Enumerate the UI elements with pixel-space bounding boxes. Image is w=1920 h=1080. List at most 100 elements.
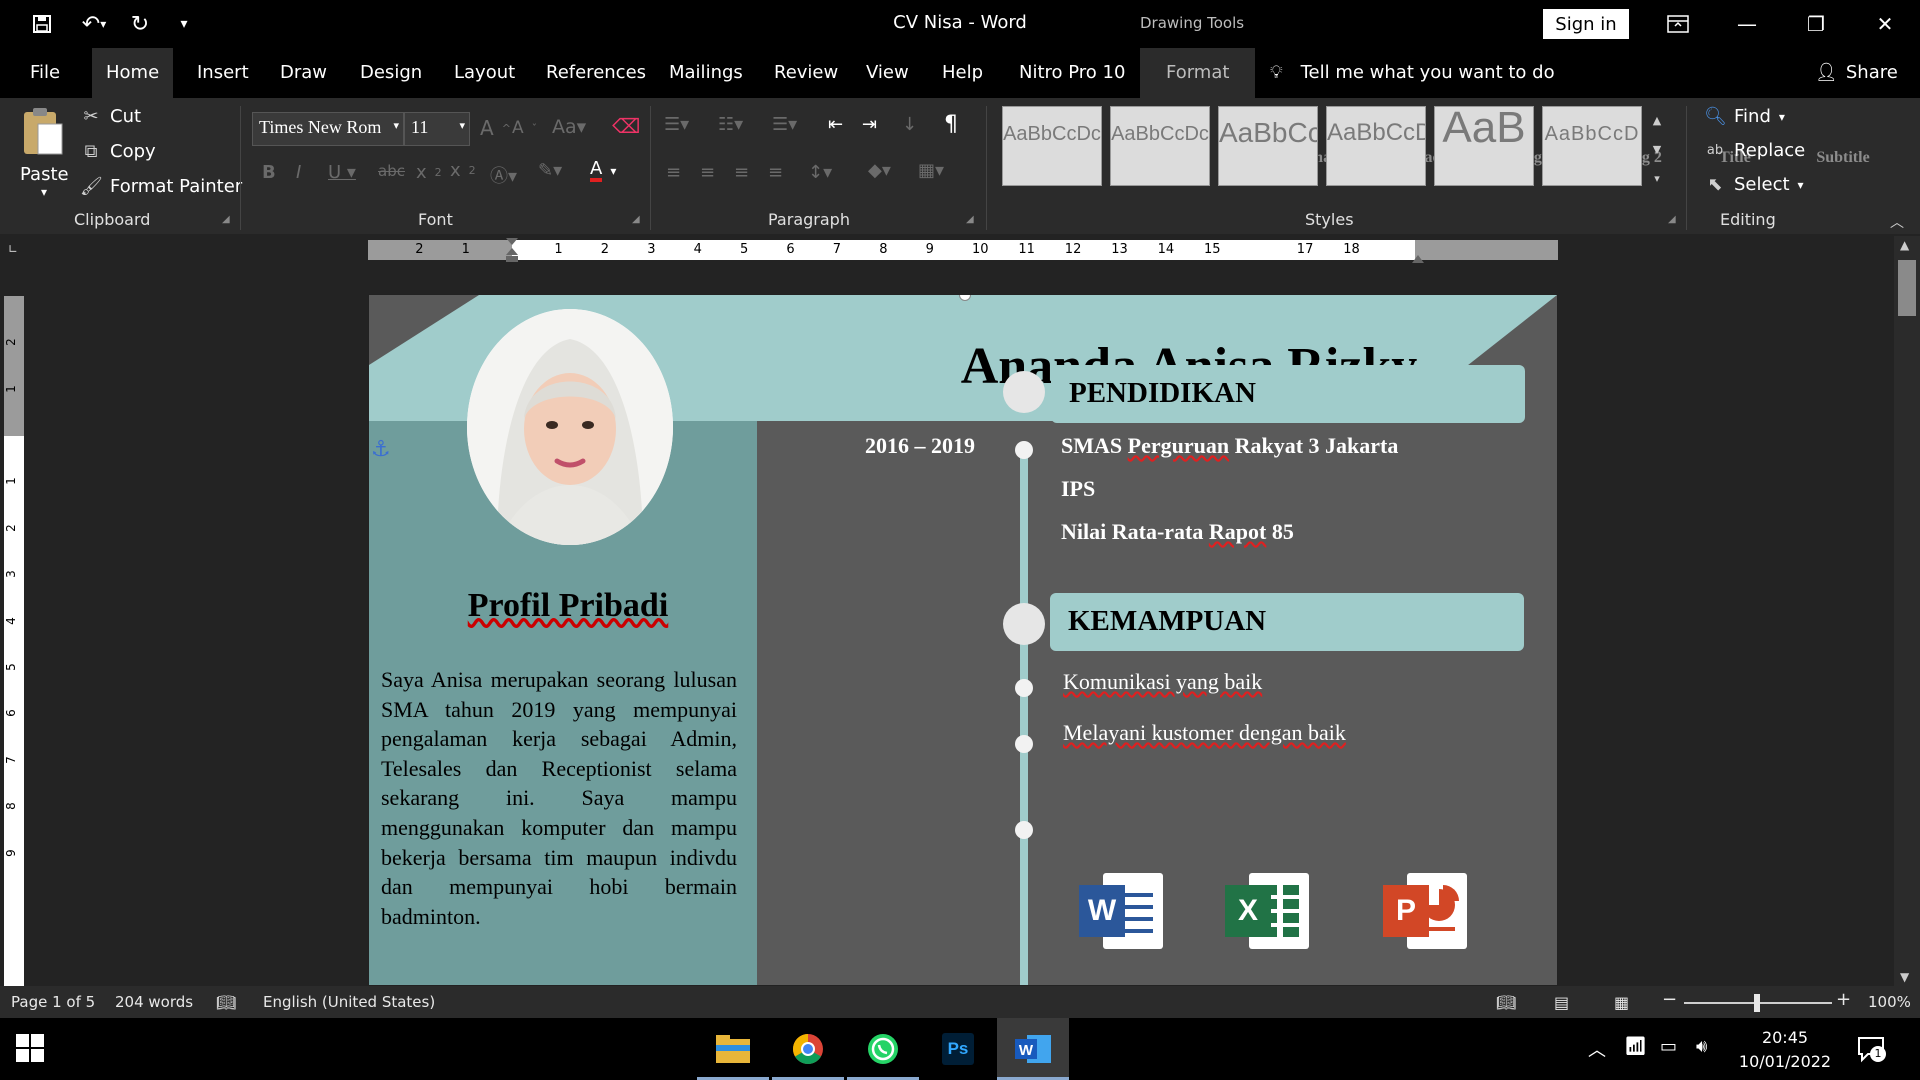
chrome-icon[interactable]: [772, 1018, 844, 1080]
vertical-ruler[interactable]: 2 1 1 2 3 4 5 6 7 8 9: [4, 296, 24, 986]
notifications-icon[interactable]: 1: [1856, 1034, 1886, 1064]
decrease-indent-icon[interactable]: ⇤: [828, 114, 843, 135]
print-layout-icon[interactable]: ▤: [1554, 993, 1569, 1012]
profile-photo[interactable]: [467, 309, 673, 545]
tell-me-search[interactable]: 💡︎ Tell me what you want to do: [1270, 48, 1555, 98]
tab-draw[interactable]: Draw: [276, 48, 331, 98]
superscript-icon[interactable]: x2: [450, 160, 476, 181]
horizontal-ruler[interactable]: 2 1 1 2 3 4 5 6 7 8 9 10 11 12 13 14 15 17 18: [368, 238, 1558, 263]
tab-design[interactable]: Design: [356, 48, 426, 98]
select-button[interactable]: ⬉ Select ▾: [1704, 174, 1803, 195]
scrollbar-thumb[interactable]: [1898, 260, 1916, 316]
text-effects-icon[interactable]: Ⓐ▾: [490, 162, 517, 188]
bullets-icon[interactable]: ☰▾: [664, 114, 689, 135]
clock[interactable]: 20:45 10/01/2022: [1730, 1026, 1840, 1074]
align-left-icon[interactable]: ≡: [666, 162, 681, 183]
indent-marker-icon[interactable]: [506, 238, 518, 262]
tab-layout[interactable]: Layout: [450, 48, 519, 98]
cut-button[interactable]: ✂ Cut: [80, 106, 141, 127]
grow-font-icon[interactable]: A ^: [480, 116, 511, 140]
style-normal[interactable]: AaBbCcDc¶ Normal: [1002, 106, 1336, 186]
show-hidden-icons-icon[interactable]: ︿: [1588, 1036, 1606, 1062]
scroll-down-icon[interactable]: ▼: [1900, 970, 1909, 984]
clear-formatting-icon[interactable]: ⌫: [612, 114, 640, 138]
style-title[interactable]: AaB Title: [1434, 103, 1751, 186]
right-indent-marker-icon[interactable]: [1412, 248, 1424, 263]
tab-view[interactable]: View: [862, 48, 913, 98]
paragraph-launcher-icon[interactable]: ◢: [966, 214, 974, 225]
vertical-scrollbar[interactable]: ▲ ▼: [1894, 236, 1920, 986]
style-subtitle[interactable]: AaBbCcD Subtitle: [1542, 106, 1870, 186]
italic-icon[interactable]: I: [296, 162, 301, 183]
style-heading-2[interactable]: AaBbCcDHeading 2: [1326, 106, 1662, 186]
align-right-icon[interactable]: ≡: [734, 162, 749, 183]
zoom-level[interactable]: 100%: [1868, 993, 1911, 1011]
zoom-in-button[interactable]: +: [1836, 989, 1851, 1010]
battery-icon[interactable]: ▭: [1660, 1036, 1677, 1057]
collapse-ribbon-icon[interactable]: ︿: [1890, 212, 1904, 232]
bold-icon[interactable]: B: [262, 162, 276, 183]
replace-button[interactable]: ab Replace: [1704, 140, 1805, 161]
network-icon[interactable]: 📶︎: [1624, 1036, 1647, 1057]
restore-icon[interactable]: ❐: [1782, 0, 1850, 48]
font-launcher-icon[interactable]: ◢: [632, 214, 640, 225]
find-button[interactable]: 🔍︎ Find ▾: [1704, 106, 1785, 127]
underline-icon[interactable]: U ▾: [328, 162, 356, 183]
font-color-icon[interactable]: A ▾: [590, 160, 616, 182]
tab-file[interactable]: File: [26, 48, 64, 98]
show-formatting-marks-icon[interactable]: ¶: [944, 112, 958, 137]
font-size-select[interactable]: 11 ▾: [404, 112, 470, 146]
strikethrough-icon[interactable]: abc: [378, 162, 405, 180]
language[interactable]: English (United States): [263, 993, 435, 1011]
file-explorer-icon[interactable]: [697, 1018, 769, 1080]
tab-references[interactable]: References: [542, 48, 650, 98]
page-count[interactable]: Page 1 of 5: [11, 993, 95, 1011]
document-page[interactable]: ⚓ Ananda Anisa Rizky Profil Pribadi Saya…: [368, 294, 1558, 986]
borders-icon[interactable]: ▦▾: [918, 160, 944, 181]
change-case-icon[interactable]: Aa▾: [552, 116, 586, 138]
paste-button[interactable]: Paste ▾: [20, 106, 69, 199]
style-heading-1[interactable]: AaBbCcHeading 1: [1218, 106, 1554, 186]
windows-start-icon[interactable]: [16, 1034, 44, 1066]
word-count[interactable]: 204 words: [115, 993, 193, 1011]
volume-icon[interactable]: 🔊︎: [1696, 1036, 1707, 1057]
tab-mailings[interactable]: Mailings: [665, 48, 747, 98]
scroll-up-icon[interactable]: ▲: [1900, 238, 1909, 252]
format-painter-button[interactable]: 🖌︎ Format Painter: [80, 176, 242, 197]
anchor-icon[interactable]: ⚓: [371, 437, 391, 462]
align-center-icon[interactable]: ≡: [700, 162, 715, 183]
close-icon[interactable]: ✕: [1851, 0, 1919, 48]
whatsapp-icon[interactable]: [847, 1018, 919, 1080]
shrink-font-icon[interactable]: Aˇ: [512, 118, 537, 138]
tab-review[interactable]: Review: [770, 48, 842, 98]
sign-in-button[interactable]: Sign in: [1543, 9, 1629, 39]
subscript-icon[interactable]: x2: [416, 162, 442, 183]
zoom-slider-thumb[interactable]: [1754, 994, 1760, 1012]
sort-icon[interactable]: ↓: [902, 114, 917, 135]
paste-dropdown-icon[interactable]: ▾: [20, 185, 68, 199]
tab-selector-icon[interactable]: ∟: [8, 242, 18, 256]
tab-insert[interactable]: Insert: [193, 48, 253, 98]
ribbon-display-options-icon[interactable]: [1644, 0, 1712, 48]
zoom-out-button[interactable]: −: [1662, 989, 1677, 1010]
tab-help[interactable]: Help: [938, 48, 987, 98]
word-taskbar-icon[interactable]: W: [997, 1018, 1069, 1080]
tab-home[interactable]: Home: [92, 48, 174, 98]
share-button[interactable]: 👤︎ Share: [1815, 48, 1898, 98]
tab-nitro-pro[interactable]: Nitro Pro 10: [1015, 48, 1129, 98]
styles-scroll-buttons[interactable]: ▲ ▼ ▾: [1650, 106, 1664, 194]
shading-icon[interactable]: ◆▾: [868, 160, 891, 181]
numbering-icon[interactable]: ☷▾: [718, 114, 743, 135]
style-no-spacing[interactable]: AaBbCcDc¶ No Spac...: [1110, 106, 1452, 186]
proofing-icon[interactable]: 📖︎: [216, 993, 236, 1012]
styles-launcher-icon[interactable]: ◢: [1668, 214, 1676, 225]
increase-indent-icon[interactable]: ⇥: [862, 114, 877, 135]
copy-button[interactable]: ⧉ Copy: [80, 141, 156, 162]
clipboard-launcher-icon[interactable]: ◢: [222, 214, 230, 225]
read-mode-icon[interactable]: 📖︎: [1496, 993, 1516, 1012]
justify-icon[interactable]: ≡: [768, 162, 783, 183]
tab-format[interactable]: Format: [1140, 48, 1256, 98]
font-family-select[interactable]: Times New Rom ▾: [252, 112, 404, 146]
photoshop-icon[interactable]: Ps: [922, 1018, 994, 1080]
line-spacing-icon[interactable]: ↕▾: [808, 162, 832, 183]
